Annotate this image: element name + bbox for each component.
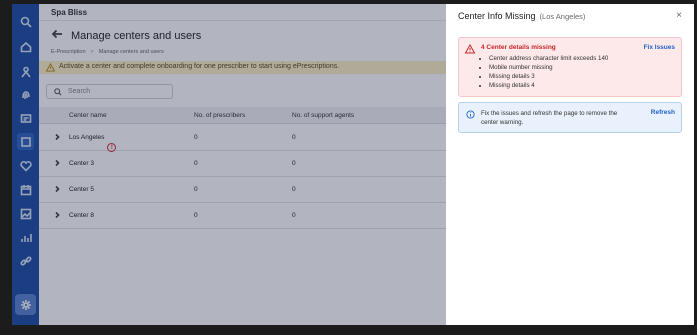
modal-backdrop[interactable]	[12, 4, 446, 325]
list-item: Mobile number missing	[489, 63, 608, 72]
info-text: Fix the issues and refresh the page to r…	[481, 110, 618, 126]
error-triangle-icon	[465, 44, 475, 54]
panel-title: Center Info Missing (Los Angeles)	[458, 11, 585, 21]
error-card: 4 Center details missing Fix Issues Cent…	[458, 37, 682, 97]
panel-subtitle: (Los Angeles)	[539, 12, 586, 21]
info-icon	[466, 110, 475, 119]
list-item: Center address character limit exceeds 1…	[489, 54, 608, 63]
panel-title-text: Center Info Missing	[458, 11, 536, 21]
app-window: Spa Bliss Manage centers and users E-Pre…	[12, 4, 694, 325]
info-card: Fix the issues and refresh the page to r…	[458, 102, 682, 133]
error-title: 4 Center details missing	[481, 44, 556, 51]
close-icon[interactable]: ×	[676, 10, 682, 21]
refresh-link[interactable]: Refresh	[651, 109, 675, 116]
center-info-panel: Center Info Missing (Los Angeles) × 4 Cen…	[446, 4, 694, 325]
list-item: Missing details 3	[489, 72, 608, 81]
fix-issues-link[interactable]: Fix Issues	[644, 44, 675, 51]
list-item: Missing details 4	[489, 81, 608, 90]
missing-details-list: Center address character limit exceeds 1…	[489, 54, 608, 90]
